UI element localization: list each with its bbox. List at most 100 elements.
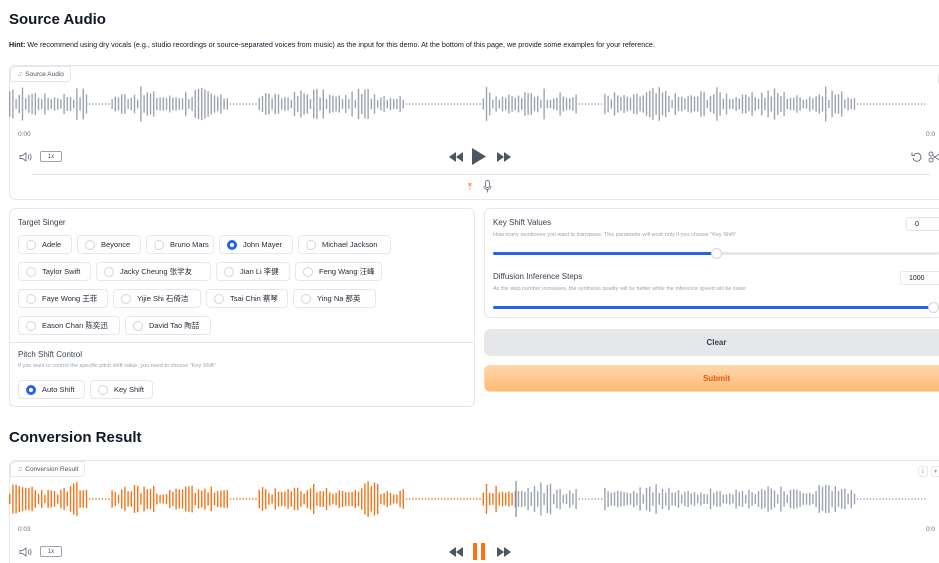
- singer-option[interactable]: Eason Chan 陈奕迅: [18, 316, 120, 335]
- upload-icon[interactable]: ⤒: [464, 181, 476, 193]
- rewind-icon[interactable]: [449, 547, 463, 557]
- rewind-icon[interactable]: [449, 152, 463, 162]
- singer-option[interactable]: David Tao 陶喆: [125, 316, 211, 335]
- waveform-bar: [271, 494, 273, 504]
- waveform-bar: [405, 498, 408, 500]
- waveform-bar: [255, 498, 257, 500]
- playback-speed-button[interactable]: 1x: [40, 546, 62, 557]
- singer-option[interactable]: Tsai Chin 蔡琴: [206, 289, 288, 308]
- waveform-bar: [713, 492, 715, 506]
- microphone-icon[interactable]: [483, 180, 492, 193]
- waveform-bar: [511, 96, 513, 112]
- waveform-bar: [700, 492, 702, 506]
- waveform-bar: [146, 92, 148, 116]
- key-shift-slider-handle[interactable]: [710, 248, 722, 259]
- fast-forward-icon[interactable]: [497, 152, 511, 162]
- diffusion-steps-number-input[interactable]: 1000: [900, 271, 939, 285]
- waveform-bar: [847, 493, 849, 505]
- waveform-bar: [293, 487, 296, 511]
- music-note-icon: ♫: [17, 465, 23, 473]
- waveform-bar: [31, 93, 33, 115]
- undo-icon[interactable]: [911, 151, 923, 163]
- waveform-bar: [377, 99, 379, 109]
- waveform-bar: [517, 490, 520, 508]
- clear-button[interactable]: Clear: [484, 329, 939, 356]
- pitch-option-auto-shift[interactable]: Auto Shift: [18, 380, 85, 399]
- waveform-bar: [805, 99, 808, 109]
- scissors-icon[interactable]: [928, 151, 939, 163]
- play-icon[interactable]: [472, 148, 486, 165]
- source-time-current: 0:00: [18, 131, 31, 138]
- waveform-bar: [841, 91, 843, 117]
- diffusion-steps-slider-handle[interactable]: [928, 302, 939, 313]
- singer-option[interactable]: Bruno Mars: [146, 235, 214, 254]
- hint-body: We recommend using dry vocals (e.g., stu…: [25, 40, 655, 49]
- playback-speed-button[interactable]: 1x: [40, 151, 62, 162]
- singer-option[interactable]: Ying Na 那英: [293, 289, 376, 308]
- waveform-bar: [613, 492, 616, 506]
- waveform-bar: [540, 99, 542, 109]
- singer-option[interactable]: Michael Jackson: [298, 235, 391, 254]
- waveform-bar: [671, 99, 673, 109]
- result-waveform[interactable]: [9, 479, 930, 519]
- share-icon[interactable]: ▾: [931, 466, 939, 477]
- waveform-bar: [108, 498, 110, 500]
- download-icon[interactable]: ⤓: [918, 466, 928, 477]
- waveform-bar: [303, 93, 305, 115]
- waveform-bar: [511, 492, 513, 506]
- waveform-bar: [562, 494, 564, 504]
- pitch-option-key-shift[interactable]: Key Shift: [90, 380, 153, 399]
- singer-option-selected[interactable]: John Mayer: [219, 235, 293, 254]
- singer-option[interactable]: Faye Wong 王菲: [18, 289, 108, 308]
- volume-icon[interactable]: [19, 152, 33, 162]
- waveform-bar: [335, 96, 337, 112]
- waveform-bar: [553, 98, 555, 110]
- waveform-bar: [319, 97, 321, 111]
- waveform-bar: [524, 491, 526, 507]
- waveform-bar: [175, 97, 177, 111]
- waveform-bar: [316, 492, 318, 506]
- waveform-bar: [716, 491, 718, 507]
- singer-option[interactable]: Adele: [18, 235, 72, 254]
- waveform-bar: [287, 488, 289, 510]
- singer-option[interactable]: Jian Li 李健: [216, 262, 290, 281]
- waveform-bar: [828, 485, 830, 513]
- volume-icon[interactable]: [19, 547, 33, 557]
- waveform-bar: [223, 98, 225, 110]
- waveform-bar: [357, 88, 360, 120]
- waveform-bar: [738, 491, 740, 507]
- waveform-bar: [252, 498, 254, 500]
- waveform-bar: [588, 103, 590, 105]
- waveform-bar: [543, 88, 545, 120]
- waveform-bar: [89, 103, 91, 105]
- waveform-bar: [329, 492, 331, 506]
- waveform-bar: [335, 492, 337, 506]
- pause-icon[interactable]: [473, 543, 485, 560]
- singer-option-label: Beyonce: [101, 240, 131, 249]
- singer-option[interactable]: Yijie Shi 石倚洁: [113, 289, 201, 308]
- submit-button[interactable]: Submit: [484, 365, 939, 392]
- fast-forward-icon[interactable]: [497, 547, 511, 557]
- key-shift-slider[interactable]: [493, 248, 939, 259]
- singer-option[interactable]: Beyonce: [77, 235, 141, 254]
- waveform-bar: [37, 493, 40, 505]
- playhead-cursor[interactable]: [515, 481, 517, 517]
- waveform-bar: [764, 97, 766, 111]
- singer-option[interactable]: Jacky Cheung 张学友: [96, 262, 211, 281]
- source-waveform[interactable]: [9, 84, 930, 124]
- waveform-bar: [281, 491, 283, 507]
- waveform-bar: [729, 493, 731, 505]
- singer-option[interactable]: Feng Wang 汪峰: [295, 262, 382, 281]
- diffusion-steps-slider[interactable]: [493, 302, 939, 313]
- key-shift-number-input[interactable]: 0: [906, 217, 939, 231]
- pitch-option-label: Key Shift: [114, 385, 145, 394]
- waveform-bar: [908, 498, 910, 500]
- waveform-bar: [111, 490, 113, 508]
- waveform-bar: [47, 489, 49, 509]
- waveform-bar: [789, 97, 792, 111]
- singer-option[interactable]: Taylor Swift: [18, 262, 91, 281]
- source-audio-title: Source Audio: [9, 11, 106, 28]
- waveform-bar: [719, 491, 721, 507]
- waveform-bar: [604, 93, 606, 115]
- waveform-bar: [578, 498, 580, 500]
